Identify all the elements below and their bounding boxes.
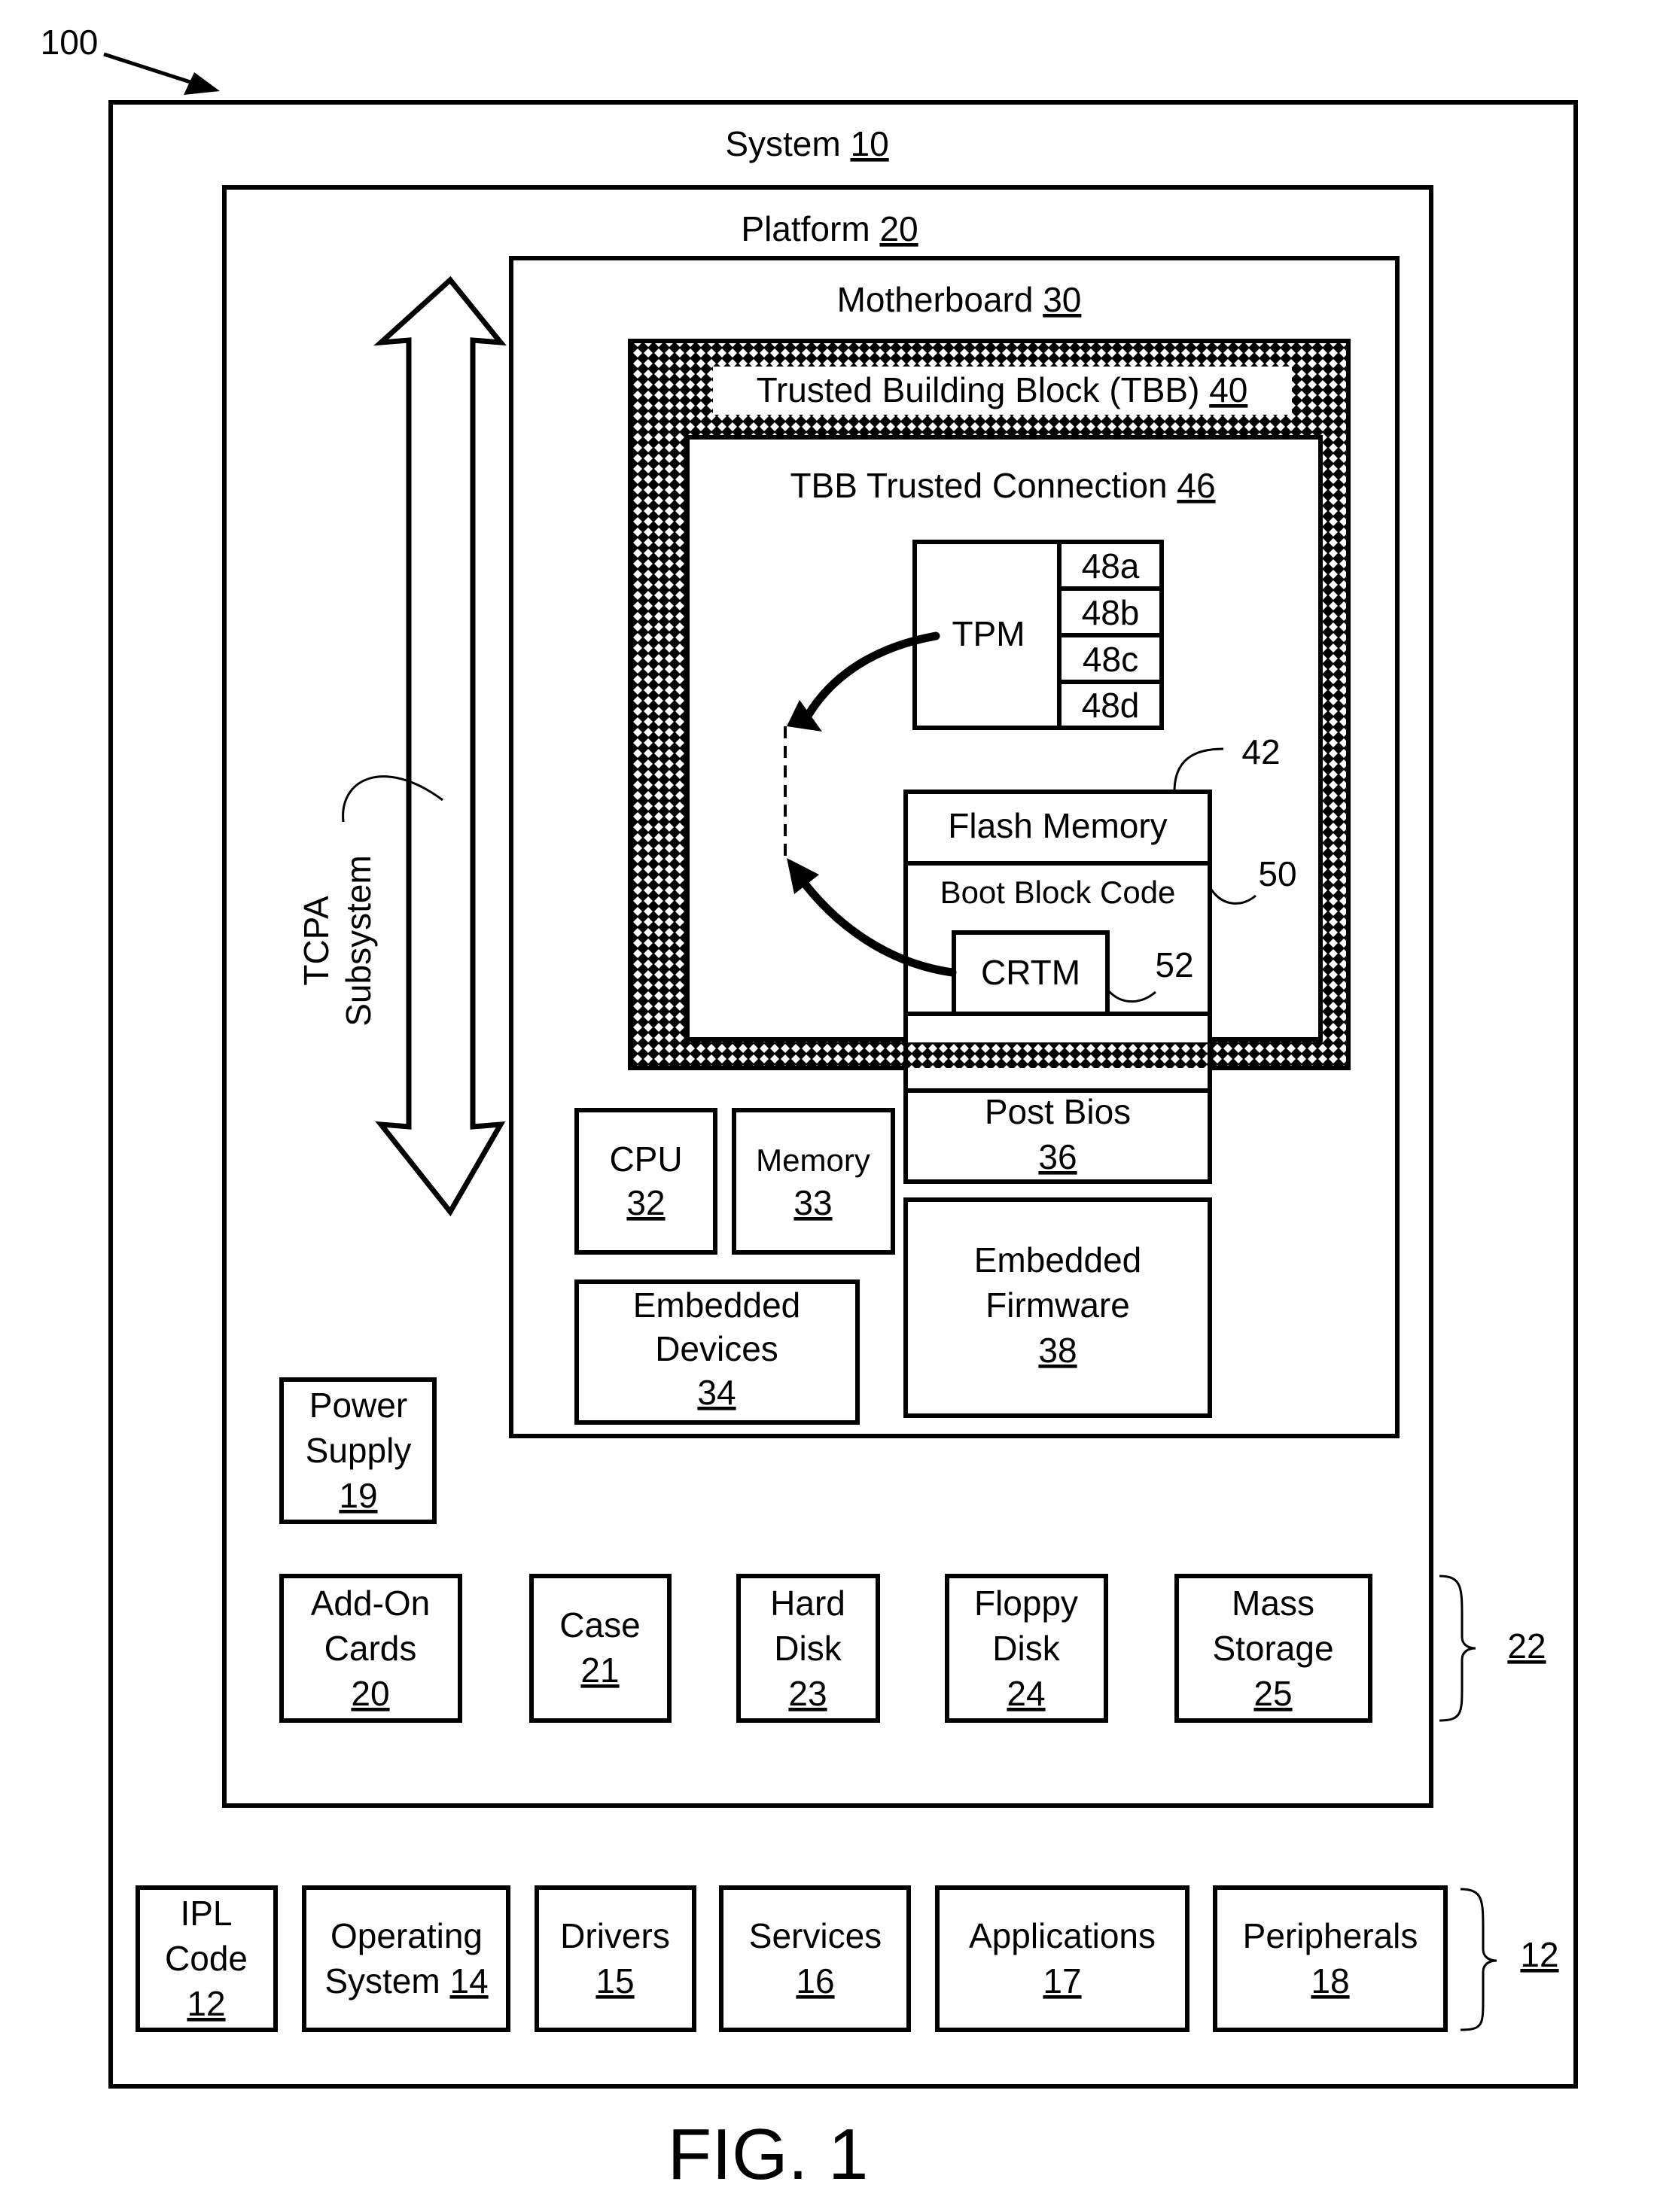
peripherals-box: Peripherals 18 <box>1213 1885 1448 2032</box>
operating-system-box: Operating System 14 <box>302 1885 510 2032</box>
memory-label: Memory <box>756 1143 870 1178</box>
case-ref: 21 <box>580 1651 619 1690</box>
tpm-register-48d-label: 48d <box>1082 686 1140 725</box>
figure-ref-arrow <box>103 52 220 95</box>
tpm-register-list: 48a 48b 48c 48d <box>1057 540 1164 730</box>
applications-line1: Applications <box>969 1916 1156 1955</box>
embedded-firmware-line2: Firmware <box>985 1286 1130 1325</box>
tbb-title: Trusted Building Block (TBB) 40 <box>757 370 1248 409</box>
power-supply-line1: Power <box>309 1386 407 1425</box>
tpm-label: TPM <box>952 614 1025 653</box>
cpu-label: CPU <box>609 1139 682 1179</box>
cpu-box <box>574 1108 717 1255</box>
ipl-code-line2: Code <box>165 1939 248 1978</box>
mass-storage-ref: 25 <box>1253 1674 1292 1713</box>
mass-storage-box: Mass Storage 25 <box>1174 1574 1372 1723</box>
services-line1: Services <box>749 1916 882 1955</box>
peripherals-ref: 18 <box>1311 1961 1349 2001</box>
platform-components-row: Add-On Cards 20 Case 21 Hard Disk 23 Flo… <box>279 1574 1372 1723</box>
patent-diagram: 100 System 10 Platform 20 Motherboard 30… <box>41 23 1578 2195</box>
embedded-devices-line2: Devices <box>655 1329 778 1368</box>
add-on-cards-ref: 20 <box>351 1674 389 1713</box>
crtm-ref: 52 <box>1155 945 1193 984</box>
hard-disk-line1: Hard <box>770 1584 845 1623</box>
tpm-register-48b-label: 48b <box>1082 593 1140 632</box>
case-line1: Case <box>559 1605 640 1645</box>
power-supply-ref: 19 <box>339 1476 377 1515</box>
services-ref: 16 <box>796 1961 834 2001</box>
embedded-devices-line1: Embedded <box>633 1286 801 1325</box>
operating-system-line1: Operating <box>330 1916 483 1955</box>
tbb-hatch-crossing <box>908 1042 1208 1068</box>
figure-ref-label: 100 <box>41 23 99 62</box>
floppy-disk-box: Floppy Disk 24 <box>945 1574 1108 1723</box>
boot-block-label: Boot Block Code <box>940 875 1176 910</box>
tpm-register-48a-label: 48a <box>1082 546 1140 586</box>
peripherals-line1: Peripherals <box>1243 1916 1418 1955</box>
ipl-code-line1: IPL <box>180 1894 232 1933</box>
figure-caption: FIG. 1 <box>668 2114 869 2195</box>
crtm-label: CRTM <box>981 953 1080 992</box>
mass-storage-line2: Storage <box>1212 1629 1333 1668</box>
boot-block-ref: 50 <box>1258 854 1296 893</box>
ipl-code-ref: 12 <box>187 1984 225 2023</box>
hard-disk-box: Hard Disk 23 <box>736 1574 880 1723</box>
flash-memory-label: Flash Memory <box>948 806 1167 845</box>
add-on-cards-box: Add-On Cards 20 <box>279 1574 462 1723</box>
tpm-register-48c-label: 48c <box>1083 640 1138 679</box>
hard-disk-ref: 23 <box>788 1674 827 1713</box>
applications-box: Applications 17 <box>935 1885 1189 2032</box>
memory-ref: 33 <box>793 1183 832 1222</box>
drivers-box: Drivers 15 <box>535 1885 696 2032</box>
drivers-ref: 15 <box>596 1961 634 2001</box>
case-box: Case 21 <box>529 1574 672 1723</box>
system-title: System 10 <box>725 124 888 163</box>
platform-title: Platform 20 <box>741 209 918 248</box>
flash-ref: 42 <box>1241 732 1280 771</box>
ipl-code-box: IPL Code 12 <box>136 1885 278 2032</box>
operating-system-line2: System 14 <box>324 1961 488 2001</box>
mass-storage-line1: Mass <box>1232 1584 1314 1623</box>
add-on-cards-line2: Cards <box>324 1629 417 1668</box>
embedded-firmware-ref: 38 <box>1038 1331 1077 1370</box>
post-bios-ref: 36 <box>1038 1137 1077 1176</box>
drivers-line1: Drivers <box>560 1916 670 1955</box>
floppy-disk-line2: Disk <box>992 1629 1060 1668</box>
floppy-disk-line1: Floppy <box>974 1584 1078 1623</box>
svg-text:TCPA: TCPA <box>297 896 336 986</box>
cpu-ref: 32 <box>626 1183 665 1222</box>
memory-box <box>732 1108 895 1255</box>
floppy-disk-ref: 24 <box>1007 1674 1045 1713</box>
power-supply-line2: Supply <box>306 1431 412 1470</box>
applications-ref: 17 <box>1043 1961 1081 2001</box>
motherboard-title: Motherboard 30 <box>837 280 1082 319</box>
hard-disk-line2: Disk <box>774 1629 842 1668</box>
embedded-devices-ref: 34 <box>697 1373 736 1412</box>
add-on-cards-line1: Add-On <box>311 1584 431 1623</box>
services-box: Services 16 <box>719 1885 911 2032</box>
software-components-row: IPL Code 12 Operating System 14 Drivers … <box>136 1885 1448 2032</box>
platform-components-group-ref: 22 <box>1507 1626 1546 1666</box>
post-bios-label: Post Bios <box>985 1092 1131 1131</box>
embedded-firmware-line1: Embedded <box>974 1240 1142 1279</box>
svg-text:Subsystem: Subsystem <box>339 855 378 1027</box>
software-components-group-ref: 12 <box>1520 1935 1558 1974</box>
tbb-connection-title: TBB Trusted Connection 46 <box>790 466 1215 505</box>
